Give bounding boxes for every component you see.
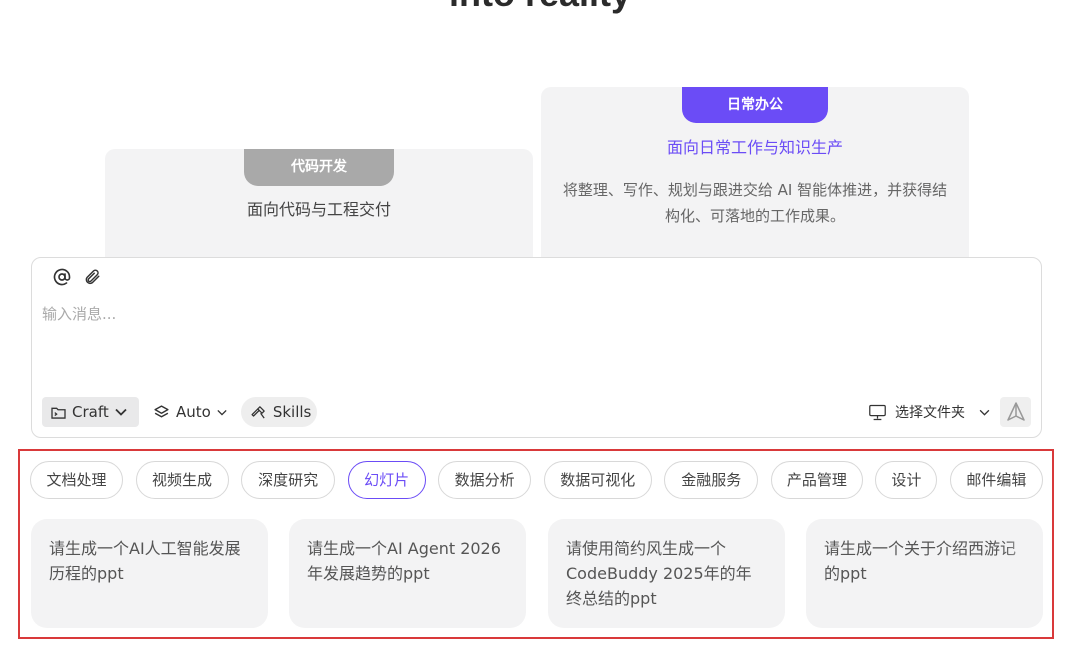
skills-button[interactable]: Skills: [240, 397, 317, 427]
prompt-card[interactable]: 请生成一个AI Agent 2026年发展趋势的ppt: [289, 519, 526, 628]
mode-card-office[interactable]: 日常办公 面向日常工作与知识生产 将整理、写作、规划与跟进交给 AI 智能体推进…: [541, 87, 969, 269]
send-button[interactable]: [1000, 397, 1031, 427]
monitor-icon: [868, 404, 887, 421]
mode-subtitle-code: 面向代码与工程交付: [246, 200, 391, 219]
prompt-card[interactable]: 请使用简约风生成一个CodeBuddy 2025年的年终总结的ppt: [548, 519, 785, 628]
at-mention-icon[interactable]: [52, 267, 72, 287]
category-tab[interactable]: 视频生成: [135, 461, 229, 499]
attachment-icon[interactable]: [82, 267, 102, 287]
hero-title: into reality: [0, 0, 1080, 14]
category-tab[interactable]: 数据可视化: [543, 461, 652, 499]
mode-card-code[interactable]: 代码开发 面向代码与工程交付: [105, 149, 533, 269]
message-composer: 输入消息... Craft Auto Skills 选择文件夹: [31, 257, 1042, 438]
model-selector-label: Auto: [176, 403, 211, 421]
chevron-down-icon: [115, 408, 127, 416]
category-tab[interactable]: 文档处理: [30, 461, 123, 499]
hammer-icon: [250, 404, 267, 421]
skills-label: Skills: [272, 403, 312, 421]
category-tab[interactable]: 深度研究: [241, 461, 336, 499]
category-tab[interactable]: 产品管理: [770, 461, 863, 499]
folder-selector[interactable]: 选择文件夹: [868, 402, 990, 422]
model-selector-button[interactable]: Auto: [149, 397, 231, 427]
mode-subtitle-office: 面向日常工作与知识生产: [666, 138, 843, 157]
category-tabs: 文档处理 视频生成 深度研究 幻灯片 数据分析 数据可视化 金融服务 产品管理 …: [30, 461, 1043, 499]
message-input[interactable]: 输入消息...: [42, 303, 116, 324]
category-tab[interactable]: 数据分析: [438, 461, 532, 499]
mode-tab-code: 代码开发: [244, 149, 394, 186]
chevron-down-icon: [979, 409, 990, 416]
mode-selector-button[interactable]: Craft: [42, 397, 139, 427]
category-tab[interactable]: 金融服务: [664, 461, 759, 499]
prompt-card[interactable]: 请生成一个关于介绍西游记的ppt: [806, 519, 1043, 628]
layers-icon: [153, 404, 170, 421]
folder-selector-label: 选择文件夹: [895, 405, 965, 421]
prompt-card[interactable]: 请生成一个AI人工智能发展历程的ppt: [31, 519, 268, 628]
prompt-suggestions: 请生成一个AI人工智能发展历程的ppt 请生成一个AI Agent 2026年发…: [31, 519, 1044, 628]
send-icon: [1006, 402, 1025, 422]
category-tab[interactable]: 设计: [875, 461, 938, 499]
category-tab[interactable]: 邮件编辑: [949, 461, 1043, 499]
category-tab-active[interactable]: 幻灯片: [347, 461, 426, 499]
mode-description-office: 将整理、写作、规划与跟进交给 AI 智能体推进，并获得结构化、可落地的工作成果。: [562, 181, 948, 225]
folder-icon: [51, 406, 66, 419]
chevron-down-icon: [217, 409, 227, 416]
mode-selector-label: Craft: [72, 403, 109, 421]
mode-tab-office: 日常办公: [682, 87, 828, 123]
